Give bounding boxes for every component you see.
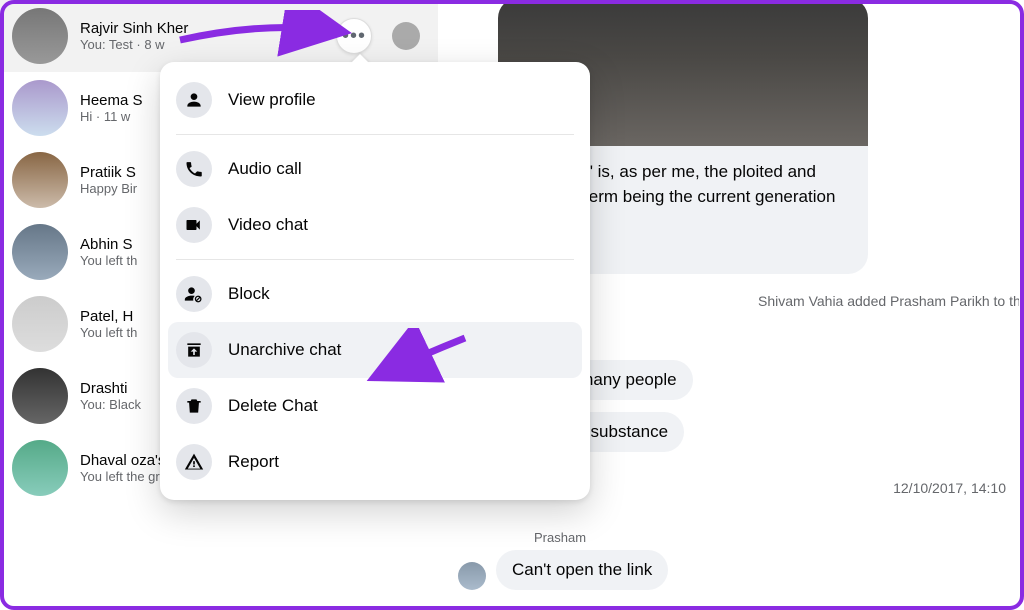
menu-view-profile[interactable]: View profile [168, 72, 582, 128]
avatar [12, 8, 68, 64]
sender-avatar [458, 562, 486, 590]
menu-divider [176, 134, 574, 135]
block-icon [176, 276, 212, 312]
message-bubble[interactable]: Can't open the link [496, 550, 668, 590]
avatar [12, 80, 68, 136]
phone-icon [176, 151, 212, 187]
video-icon [176, 207, 212, 243]
message-timestamp: 12/10/2017, 14:10 [893, 480, 1006, 496]
annotation-arrow-top [170, 10, 370, 60]
warning-icon [176, 444, 212, 480]
menu-audio-call[interactable]: Audio call [168, 141, 582, 197]
menu-label: Delete Chat [228, 396, 318, 416]
system-message: Shivam Vahia added Prasham Parikh to the [758, 293, 1019, 309]
avatar [12, 440, 68, 496]
menu-label: Audio call [228, 159, 302, 179]
conversation-context-menu: View profile Audio call Video chat Block… [160, 62, 590, 500]
avatar [12, 296, 68, 352]
sender-name: Prasham [534, 530, 586, 545]
message-row: Can't open the link [458, 550, 668, 590]
menu-label: Video chat [228, 215, 308, 235]
unarchive-icon [176, 332, 212, 368]
annotation-arrow-unarchive [355, 328, 475, 398]
menu-video-chat[interactable]: Video chat [168, 197, 582, 253]
menu-block[interactable]: Block [168, 266, 582, 322]
read-receipt-avatar [392, 22, 420, 50]
avatar [12, 368, 68, 424]
menu-label: Report [228, 452, 279, 472]
menu-report[interactable]: Report [168, 434, 582, 490]
menu-divider [176, 259, 574, 260]
person-icon [176, 82, 212, 118]
avatar [12, 152, 68, 208]
menu-label: Block [228, 284, 270, 304]
menu-label: View profile [228, 90, 316, 110]
trash-icon [176, 388, 212, 424]
menu-label: Unarchive chat [228, 340, 341, 360]
avatar [12, 224, 68, 280]
